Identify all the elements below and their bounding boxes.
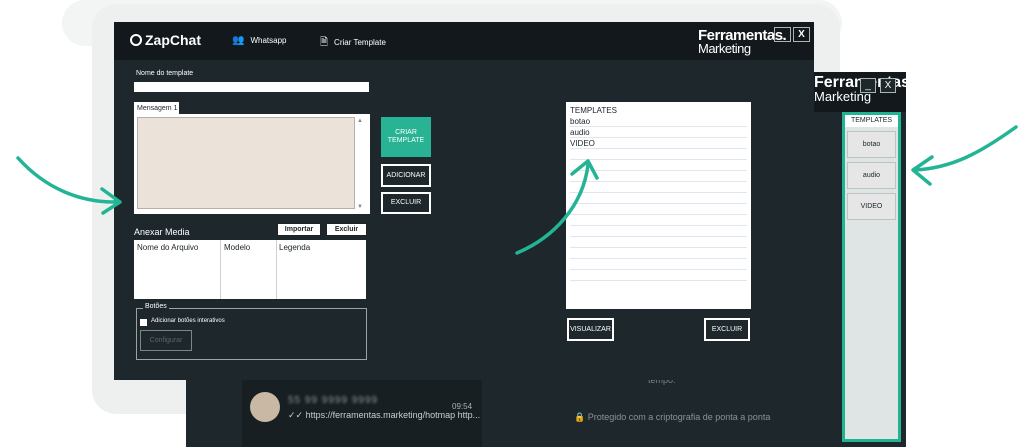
arrow-to-side-panel-icon [913,125,1018,172]
arrow-to-message-icon [16,156,120,204]
arrow-to-templates-list-icon [515,163,590,255]
screenshot-stage: Ferramentas.Marketing _ X 55 99 9999 999… [0,0,1024,447]
annotation-arrows [16,125,1018,255]
